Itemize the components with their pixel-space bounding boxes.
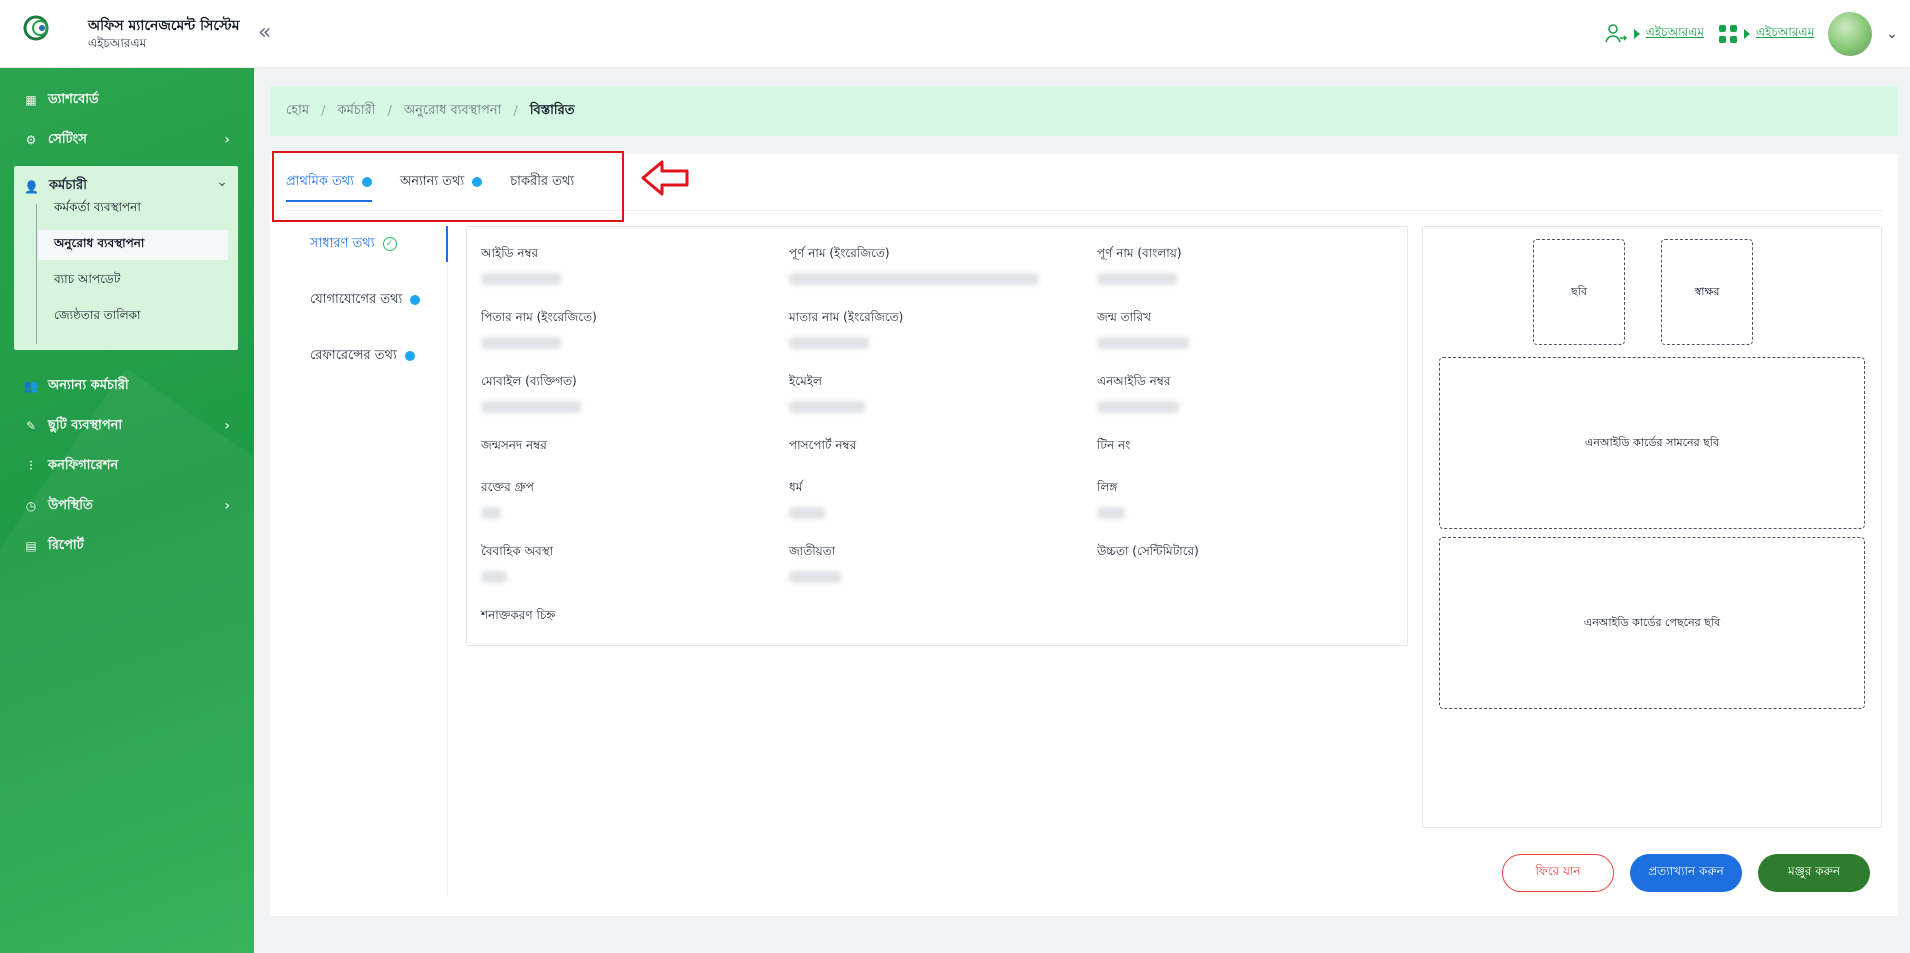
redacted-value <box>481 273 561 285</box>
field-marital: বৈবাহিক অবস্থা <box>481 543 771 583</box>
triangle-right-icon <box>1633 29 1640 39</box>
triangle-right-icon <box>1744 29 1751 39</box>
redacted-value <box>789 571 841 583</box>
sidebar-item-leave-management[interactable]: ✎ ছুটি ব্যবস্থাপনা › <box>14 408 240 444</box>
sidebar-item-employee-expanded: 👤 কর্মচারী ⌄ কর্মকর্তা ব্যবস্থাপনা অনুরো… <box>14 166 238 350</box>
users-icon: 👥 <box>23 379 39 393</box>
header-actions: এইচআরএম এইচআরএম ⌄ <box>1604 12 1898 56</box>
sidebar-item-configuration[interactable]: ⫶ কনফিগারেশন <box>14 448 240 484</box>
field-id-no: আইডি নম্বর <box>481 245 771 285</box>
field-email: ইমেইল <box>789 373 1079 413</box>
field-tin: টিন নং <box>1097 438 1131 452</box>
field-dob: জন্ম তারিখ <box>1097 309 1387 349</box>
status-dot-icon <box>410 295 421 305</box>
sidebar-item-dashboard[interactable]: ▦ ড্যাশবোর্ড <box>14 82 240 118</box>
redacted-value <box>481 337 561 349</box>
nid-front-box[interactable]: এনআইডি কার্ডের সামনের ছবি <box>1439 357 1865 529</box>
sidebar-subitem-batch-update[interactable]: ব্যাচ আপডেট <box>38 266 228 296</box>
redacted-value <box>789 273 1039 285</box>
step-contact-info[interactable]: যোগাযোগের তথ্য <box>286 282 448 318</box>
photo-box[interactable]: ছবি <box>1533 239 1625 345</box>
field-height: উচ্চতা (সেন্টিমিটারে) <box>1097 544 1199 558</box>
details-card: প্রাথমিক তথ্য অন্যান্য তথ্য চাকরীর তথ্য … <box>270 154 1898 916</box>
step-reference-info[interactable]: রেফারেন্সের তথ্য <box>286 338 448 374</box>
redacted-value <box>1097 337 1189 349</box>
field-blood-group: রক্তের গ্রুপ <box>481 479 771 519</box>
breadcrumb: হোম / কর্মচারী / অনুরোধ ব্যবস্থাপনা / বি… <box>270 86 1898 136</box>
back-button[interactable]: ফিরে যান <box>1502 854 1614 892</box>
status-dot-icon <box>404 351 415 361</box>
users-icon: 👤 <box>24 179 39 194</box>
annotation-highlight-box <box>272 151 624 222</box>
breadcrumb-details: বিস্তারিত <box>529 102 575 118</box>
clock-icon: ◷ <box>25 499 37 513</box>
field-full-name-en: পূর্ণ নাম (ইংরেজিতে) <box>789 245 1079 285</box>
leaf-icon: ✎ <box>25 419 37 433</box>
chevron-right-icon: › <box>224 132 230 148</box>
approve-button[interactable]: মঞ্জুর করুন <box>1758 854 1870 892</box>
nid-back-box[interactable]: এনআইডি কার্ডের পেছনের ছবি <box>1439 537 1865 709</box>
field-religion: ধর্ম <box>789 479 1079 519</box>
check-circle-icon: ✓ <box>382 237 397 251</box>
redacted-value <box>1097 273 1177 285</box>
redacted-value <box>789 401 865 413</box>
grid-icon: ▦ <box>25 93 37 107</box>
breadcrumb-home[interactable]: হোম <box>286 101 309 122</box>
redacted-value <box>1097 401 1179 413</box>
apps-grid-icon <box>1719 25 1738 43</box>
redacted-value <box>481 571 507 583</box>
user-module-link[interactable]: এইচআরএম <box>1646 24 1704 44</box>
breadcrumb-employee[interactable]: কর্মচারী <box>337 101 375 122</box>
user-switch[interactable]: এইচআরএম <box>1604 22 1704 46</box>
sidebar: ▦ ড্যাশবোর্ড ⚙ সেটিংস › 👤 কর্মচারী ⌄ কর্… <box>0 68 254 953</box>
document-images-panel: ছবি স্বাক্ষর এনআইডি কার্ডের সামনের ছবি এ… <box>1422 226 1882 828</box>
sidebar-item-settings[interactable]: ⚙ সেটিংস › <box>14 122 240 158</box>
submenu-guide-line <box>36 204 37 344</box>
field-mobile: মোবাইল (ব্যক্তিগত) <box>481 373 771 413</box>
redacted-value <box>789 507 825 519</box>
top-header: অফিস ম্যানেজমেন্ট সিস্টেম এইচআরএম « এইচআ… <box>0 0 1910 68</box>
section-steps: সাধারণ তথ্য ✓ যোগাযোগের তথ্য রেফারেন্সের… <box>286 226 448 896</box>
redacted-value <box>1097 507 1125 519</box>
sidebar-subitem-seniority-list[interactable]: জ্যেষ্ঠতার তালিকা <box>38 302 228 332</box>
apps-switch[interactable]: এইচআরএম <box>1718 24 1814 44</box>
sidebar-subitem-officer-management[interactable]: কর্মকর্তা ব্যবস্থাপনা <box>38 194 228 224</box>
redacted-value <box>481 507 501 519</box>
sidebar-item-attendance[interactable]: ◷ উপস্থিতি › <box>14 488 240 524</box>
signature-box[interactable]: স্বাক্ষর <box>1661 239 1753 345</box>
field-full-name-bn: পূর্ণ নাম (বাংলায়) <box>1097 245 1387 285</box>
breadcrumb-request-management[interactable]: অনুরোধ ব্যবস্থাপনা <box>404 101 502 122</box>
apps-module-link[interactable]: এইচআরএম <box>1756 24 1814 44</box>
brand-logo <box>23 15 49 41</box>
user-switch-icon <box>1604 24 1627 43</box>
sidebar-item-other-employee[interactable]: 👥 অন্যান্য কর্মচারী <box>14 368 240 404</box>
sliders-icon: ⫶ <box>29 458 33 473</box>
field-nid: এনআইডি নম্বর <box>1097 373 1387 413</box>
reject-button[interactable]: প্রত্যাখ্যান করুন <box>1630 854 1742 892</box>
avatar[interactable] <box>1828 12 1873 56</box>
redacted-value <box>789 337 869 349</box>
annotation-arrow-icon <box>641 160 689 196</box>
field-passport: পাসপোর্ট নম্বর <box>789 438 857 452</box>
field-gender: লিঙ্গ <box>1097 479 1387 519</box>
chevron-right-icon: › <box>224 498 230 514</box>
step-general-info[interactable]: সাধারণ তথ্য ✓ <box>286 226 448 262</box>
chevron-down-icon[interactable]: ⌄ <box>1886 26 1898 42</box>
field-birth-cert: জন্মসনদ নম্বর <box>481 438 547 452</box>
collapse-sidebar-icon[interactable]: « <box>258 20 271 45</box>
field-father-name: পিতার নাম (ইংরেজিতে) <box>481 309 771 349</box>
field-mother-name: মাতার নাম (ইংরেজিতে) <box>789 309 1079 349</box>
sidebar-item-report[interactable]: ▤ রিপোর্ট <box>14 528 240 564</box>
field-nationality: জাতীয়তা <box>789 543 1079 583</box>
chevron-down-icon[interactable]: ⌄ <box>216 174 228 190</box>
document-icon: ▤ <box>25 539 37 553</box>
general-info-form: আইডি নম্বর পূর্ণ নাম (ইংরেজিতে) পূর্ণ না… <box>466 226 1408 646</box>
redacted-value <box>481 401 581 413</box>
chevron-right-icon: › <box>224 418 230 434</box>
gear-icon: ⚙ <box>25 133 37 147</box>
field-identity-mark: শনাক্তকরণ চিহ্ন <box>481 608 556 622</box>
sidebar-subitem-request-management[interactable]: অনুরোধ ব্যবস্থাপনা <box>38 230 228 260</box>
app-subtitle: এইচআরএম <box>88 36 147 50</box>
